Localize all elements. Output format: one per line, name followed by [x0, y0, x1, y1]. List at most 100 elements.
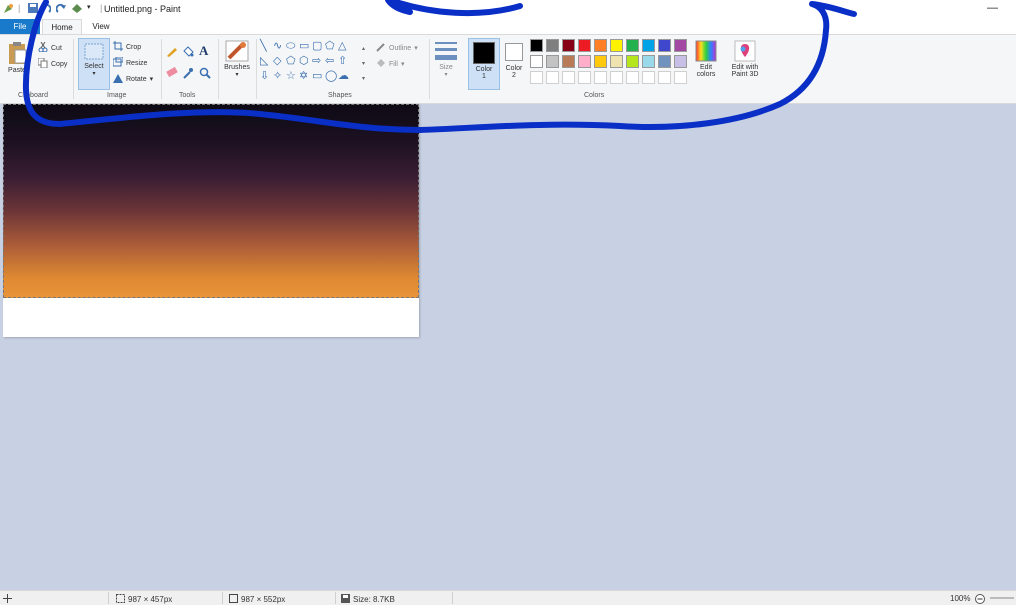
palette-swatch[interactable]: [562, 55, 575, 68]
tab-home[interactable]: Home: [42, 19, 82, 35]
select-button[interactable]: Select ▾: [78, 38, 110, 90]
size-button[interactable]: Size ▾: [433, 40, 459, 78]
undo-icon[interactable]: [40, 3, 52, 16]
palette-swatch[interactable]: [674, 55, 687, 68]
magnifier-icon[interactable]: [199, 67, 211, 81]
diamond-shape-icon[interactable]: ◇: [273, 56, 281, 67]
triangle-shape-icon[interactable]: △: [338, 41, 346, 52]
tab-file[interactable]: File: [0, 19, 40, 34]
file-size-text: Size: 8.7KB: [353, 595, 395, 604]
custom-color-slot[interactable]: [530, 71, 543, 84]
palette-swatch[interactable]: [546, 55, 559, 68]
minimize-button[interactable]: —: [987, 2, 998, 14]
custom-color-slot[interactable]: [562, 71, 575, 84]
shapes-more[interactable]: ▾: [362, 75, 365, 82]
paste-button[interactable]: Paste: [4, 41, 30, 74]
custom-color-slot[interactable]: [642, 71, 655, 84]
tab-view[interactable]: View: [86, 19, 116, 34]
palette-swatch[interactable]: [530, 55, 543, 68]
drawing-canvas[interactable]: [3, 104, 419, 337]
zoom-level: 100%: [950, 594, 971, 603]
save-icon[interactable]: [28, 3, 38, 15]
custom-color-slot[interactable]: [626, 71, 639, 84]
rotate-button[interactable]: Rotate ▾: [113, 73, 153, 85]
palette-swatch[interactable]: [610, 55, 623, 68]
image-size-icon: [229, 594, 238, 605]
left-arrow-shape-icon[interactable]: ⇦: [325, 56, 334, 67]
eraser-icon[interactable]: [166, 66, 178, 79]
palette-swatch[interactable]: [578, 39, 591, 52]
palette-swatch[interactable]: [546, 39, 559, 52]
star4-shape-icon[interactable]: ✧: [273, 71, 282, 82]
palette-swatch[interactable]: [642, 39, 655, 52]
palette-swatch[interactable]: [658, 39, 671, 52]
color1-swatch: [473, 42, 495, 64]
crop-icon: [113, 41, 123, 53]
quick-access-dropdown[interactable]: ▾: [87, 3, 91, 11]
cut-button[interactable]: Cut: [38, 41, 62, 54]
palette-swatch[interactable]: [674, 39, 687, 52]
color1-button[interactable]: Color 1: [468, 38, 500, 90]
palette-swatch[interactable]: [626, 39, 639, 52]
fill-icon[interactable]: [182, 45, 194, 59]
redo-icon[interactable]: [55, 3, 67, 16]
selection-rectangle[interactable]: [3, 104, 419, 298]
star5-shape-icon[interactable]: ☆: [286, 71, 296, 82]
paint-app-icon: [2, 3, 14, 17]
fill-button[interactable]: Fill ▾: [376, 58, 404, 70]
pentagon-shape-icon[interactable]: ⬠: [286, 56, 296, 67]
crop-button[interactable]: Crop: [113, 41, 141, 53]
palette-swatch[interactable]: [626, 55, 639, 68]
pencil-icon[interactable]: [166, 45, 178, 59]
custom-color-slot[interactable]: [658, 71, 671, 84]
hexagon-shape-icon[interactable]: ⬡: [299, 56, 309, 67]
curve-shape-icon[interactable]: ∿: [273, 41, 282, 52]
customize-icon[interactable]: [71, 3, 85, 16]
edit-with-paint3d-button[interactable]: Edit with Paint 3D: [727, 40, 763, 78]
shapes-gallery[interactable]: ╲ ∿ ⬭ ▭ ▢ ⬠ △ ◺ ◇ ⬠ ⬡ ⇨ ⇦ ⇧ ⇩ ✧ ☆ ✡ ▭ ◯ …: [259, 40, 369, 88]
cut-label: Cut: [51, 44, 62, 52]
rounded-rect-shape-icon[interactable]: ▢: [312, 41, 322, 52]
palette-swatch[interactable]: [594, 39, 607, 52]
callout-rect-shape-icon[interactable]: ▭: [312, 71, 322, 82]
outline-button[interactable]: Outline ▾: [376, 42, 418, 54]
color-picker-icon[interactable]: [182, 67, 194, 81]
text-tool-icon[interactable]: A: [199, 43, 208, 59]
oval-shape-icon[interactable]: ⬭: [286, 41, 295, 52]
custom-color-slot[interactable]: [594, 71, 607, 84]
star6-shape-icon[interactable]: ✡: [299, 71, 308, 82]
polygon-shape-icon[interactable]: ⬠: [325, 41, 335, 52]
custom-color-slot[interactable]: [674, 71, 687, 84]
custom-color-slot[interactable]: [578, 71, 591, 84]
title-bar: | ▾ | Untitled.png - Paint —: [0, 0, 1016, 19]
palette-swatch[interactable]: [578, 55, 591, 68]
shapes-scroll-down[interactable]: ▾: [362, 60, 365, 67]
right-triangle-shape-icon[interactable]: ◺: [260, 56, 268, 67]
palette-swatch[interactable]: [562, 39, 575, 52]
rectangle-shape-icon[interactable]: ▭: [299, 41, 309, 52]
palette-swatch[interactable]: [594, 55, 607, 68]
custom-color-slot[interactable]: [610, 71, 623, 84]
line-shape-icon[interactable]: ╲: [260, 41, 267, 52]
palette-swatch[interactable]: [610, 39, 623, 52]
zoom-out-button[interactable]: [975, 594, 985, 604]
callout-oval-shape-icon[interactable]: ◯: [325, 71, 337, 82]
palette-swatch[interactable]: [642, 55, 655, 68]
copy-button[interactable]: Copy: [37, 57, 67, 70]
edit-colors-button[interactable]: Edit colors: [692, 40, 720, 78]
cursor-position-icon: [3, 594, 12, 603]
down-arrow-shape-icon[interactable]: ⇩: [260, 71, 269, 82]
palette-swatch[interactable]: [530, 39, 543, 52]
shapes-scroll-up[interactable]: ▴: [362, 45, 365, 52]
cloud-callout-shape-icon[interactable]: ☁: [338, 71, 349, 82]
custom-color-slot[interactable]: [546, 71, 559, 84]
ribbon-tabs: File Home View: [0, 19, 1016, 35]
resize-button[interactable]: Resize: [112, 56, 147, 69]
crop-label: Crop: [126, 43, 142, 51]
right-arrow-shape-icon[interactable]: ⇨: [312, 56, 321, 67]
color2-button[interactable]: Color 2: [501, 38, 527, 79]
brushes-button[interactable]: Brushes ▾: [221, 40, 253, 78]
up-arrow-shape-icon[interactable]: ⇧: [338, 56, 347, 67]
zoom-slider[interactable]: [990, 597, 1014, 599]
palette-swatch[interactable]: [658, 55, 671, 68]
